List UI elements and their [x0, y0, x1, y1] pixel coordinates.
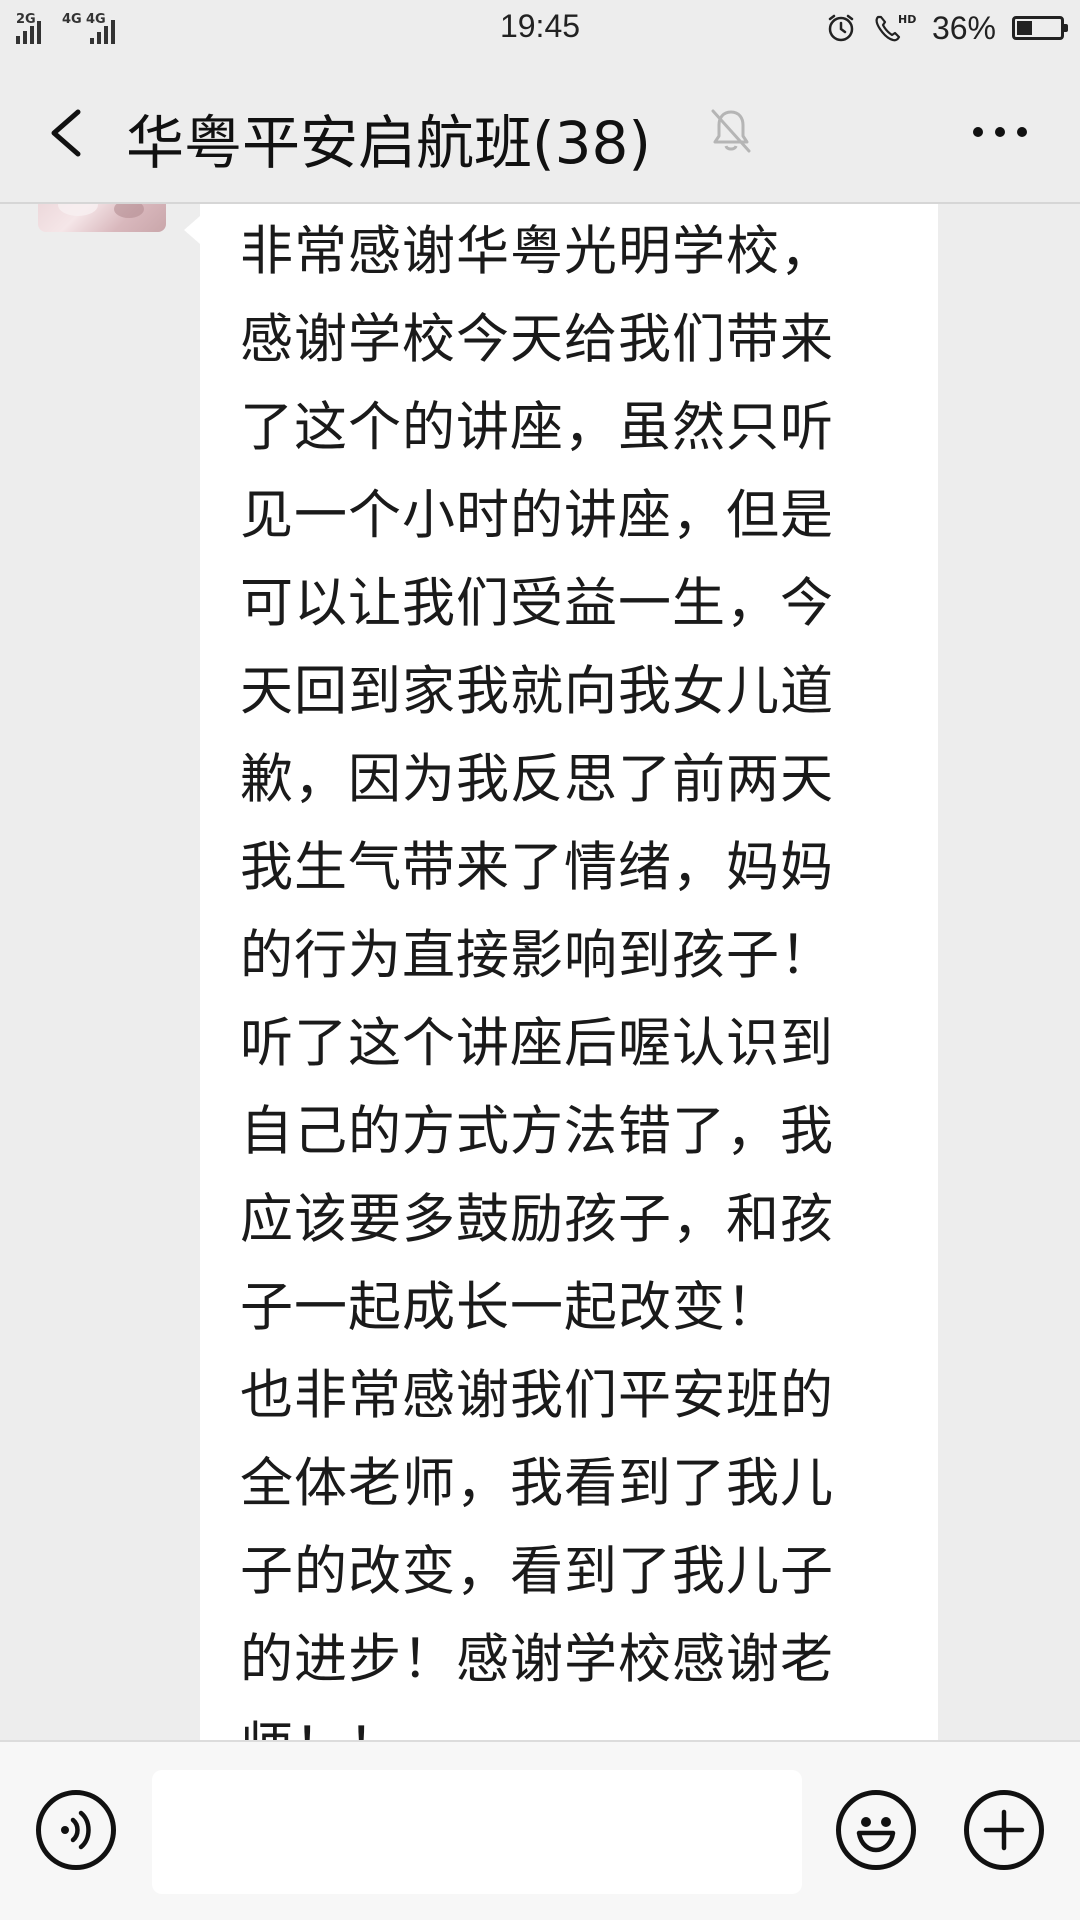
battery-level	[1017, 21, 1032, 35]
svg-text:HD: HD	[898, 13, 916, 26]
emoji-button[interactable]	[836, 1790, 916, 1870]
bubble-tail	[184, 216, 200, 244]
alarm-icon	[828, 14, 854, 42]
bell-muted-icon	[711, 109, 751, 153]
back-button[interactable]	[36, 98, 96, 168]
status-icons: HD 36%	[826, 8, 1068, 48]
chat-title[interactable]: 华粤平安启航班(38)	[126, 96, 651, 180]
input-bar	[0, 1740, 1080, 1920]
battery-percent: 36%	[931, 9, 996, 46]
emoji-icon	[856, 1817, 896, 1853]
message-text: 非常感谢华粤光明学校， 感谢学校今天给我们带来 了这个的讲座，虽然只听 见一个小…	[240, 221, 834, 1740]
chat-header: 华粤平安启航班(38)	[0, 60, 1080, 204]
more-button[interactable]	[960, 104, 1040, 160]
message-list[interactable]: 非常感谢华粤光明学校， 感谢学校今天给我们带来 了这个的讲座，虽然只听 见一个小…	[0, 204, 1080, 1740]
hd-call-icon: HD	[875, 13, 916, 42]
avatar[interactable]	[38, 204, 166, 232]
status-bar: 2G 4G 4G 19:45 HD 36%	[0, 0, 1080, 60]
more-functions-button[interactable]	[964, 1790, 1044, 1870]
battery-icon	[1012, 16, 1068, 40]
message-input[interactable]	[152, 1770, 802, 1894]
chat-screen: 2G 4G 4G 19:45 HD 36% 华粤平安启航班(38) 非常感谢华粤…	[0, 0, 1080, 1920]
voice-icon	[61, 1810, 91, 1850]
plus-icon	[983, 1809, 1025, 1851]
chevron-left-icon	[51, 109, 81, 157]
voice-button[interactable]	[36, 1790, 116, 1870]
message-bubble[interactable]: 非常感谢华粤光明学校， 感谢学校今天给我们带来 了这个的讲座，虽然只听 见一个小…	[200, 204, 938, 1740]
more-dots-icon	[973, 127, 983, 137]
